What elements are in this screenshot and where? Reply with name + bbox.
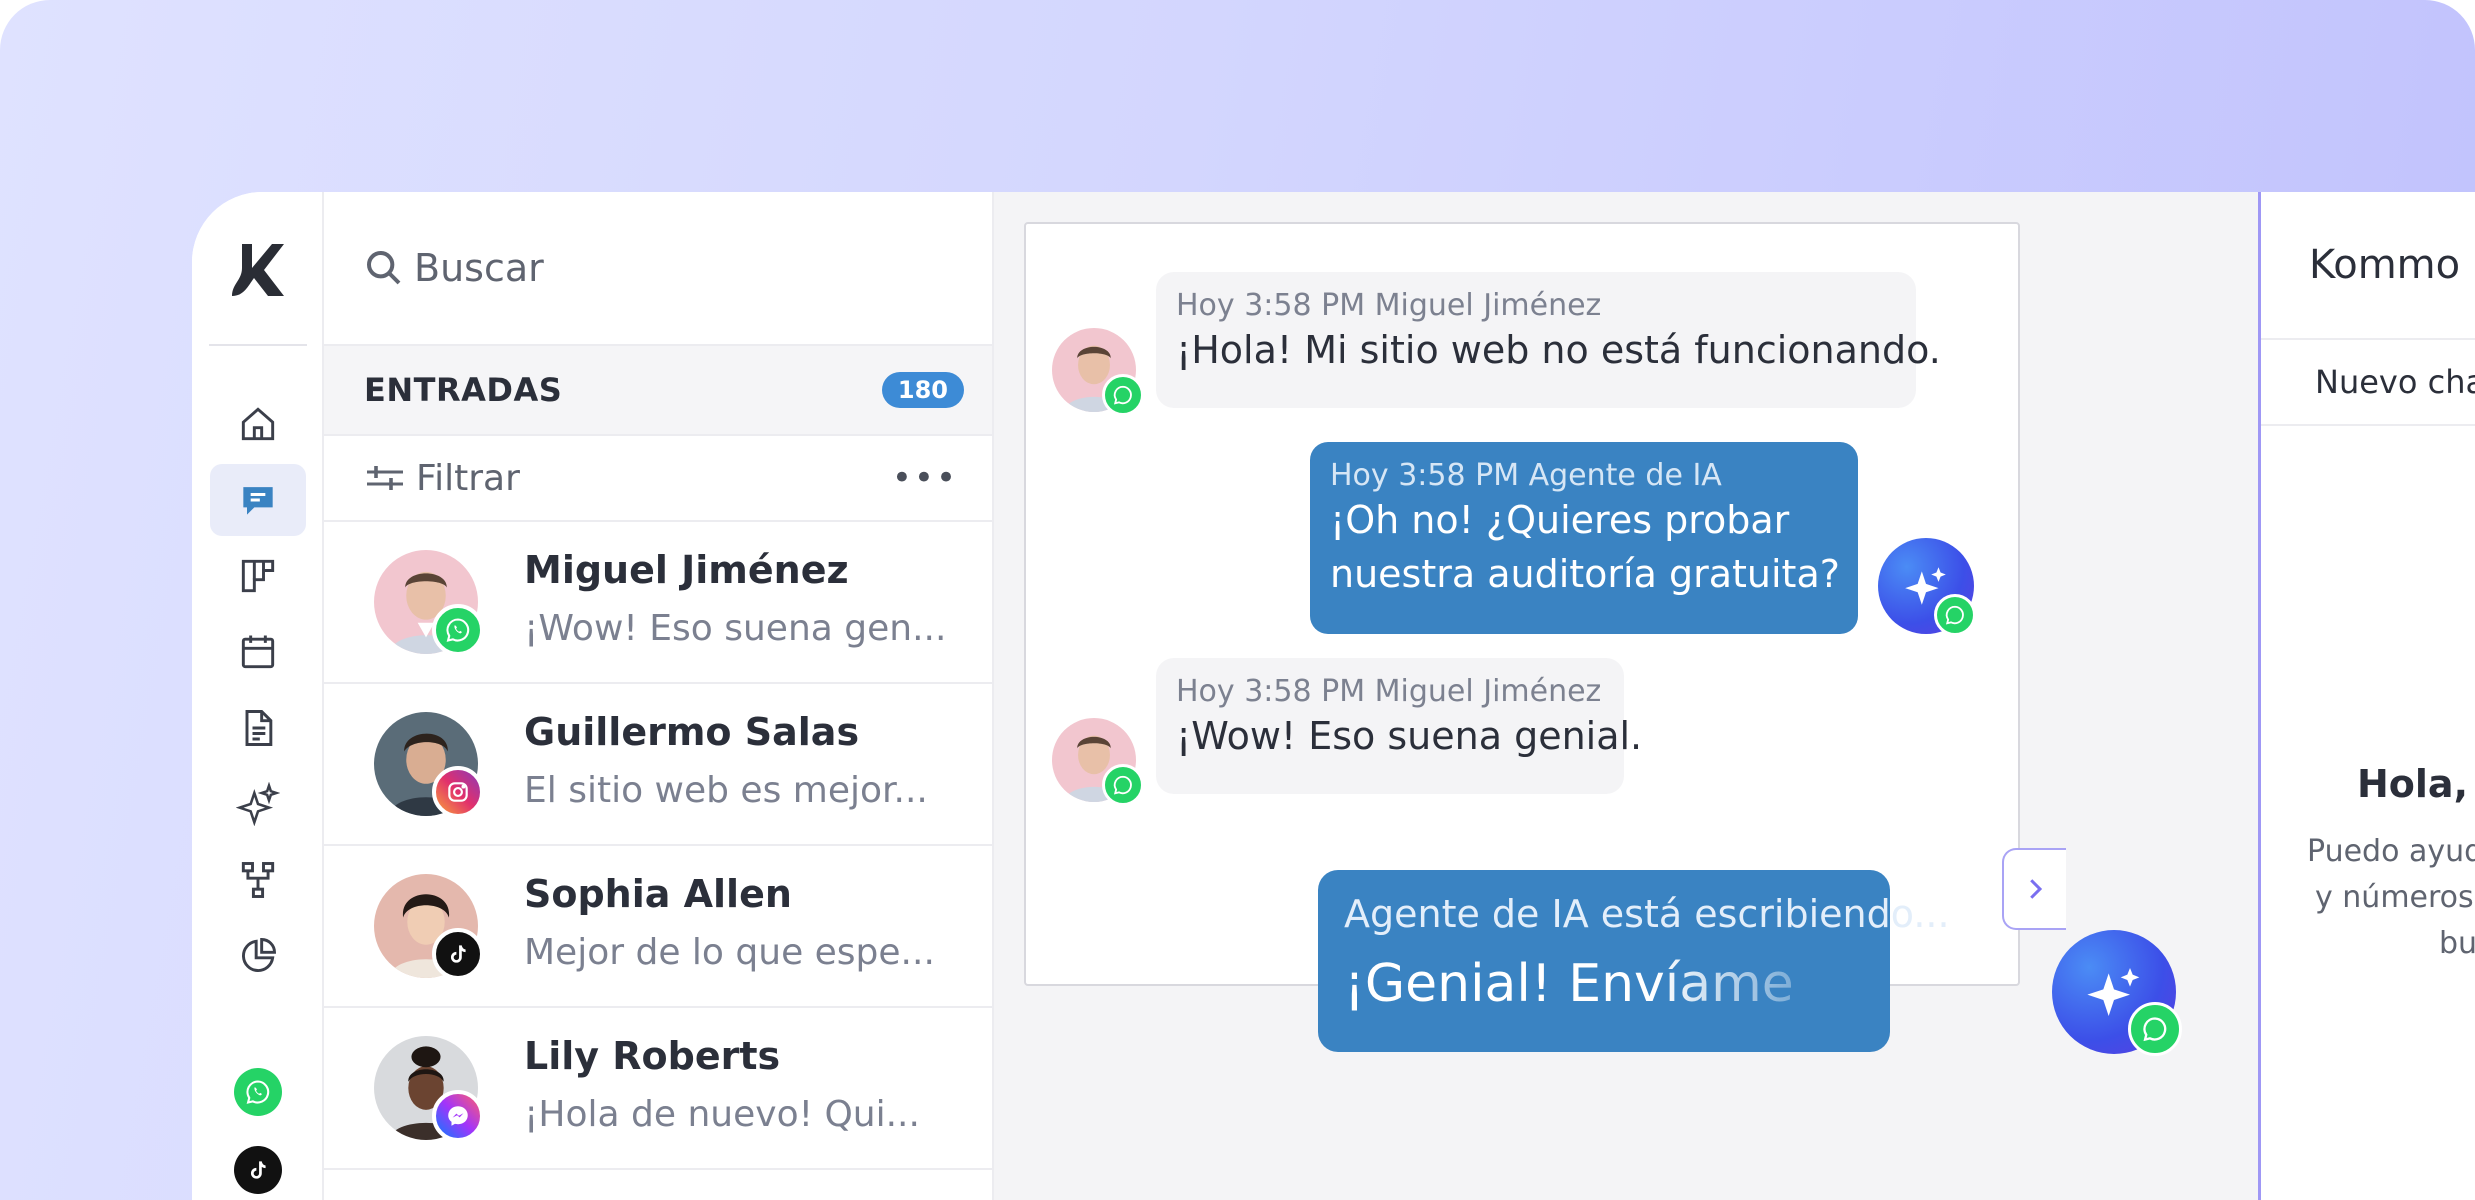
app-window: Buscar ENTRADAS 180 Filtrar ••• Miguel J…	[192, 192, 2475, 1200]
instagram-icon	[432, 766, 484, 818]
typing-text: ¡Genial! Envíame	[1344, 954, 1794, 1014]
incoming-message: Hoy 3:58 PM Miguel Jiménez ¡Hola! Mi sit…	[1156, 272, 1941, 408]
tiktok-icon	[250, 1161, 266, 1179]
message-preview: El sitio web es mejor...	[524, 770, 928, 811]
message-text-line2: nuestra auditoría gratuita?	[1330, 552, 1840, 596]
message-text: ¡Wow! Eso suena genial.	[1176, 714, 1643, 758]
rail-divider	[209, 344, 307, 346]
filter-button[interactable]: Filtrar	[364, 458, 520, 499]
tiktok-channel-icon[interactable]	[234, 1146, 282, 1194]
whatsapp-icon	[1102, 764, 1144, 806]
typing-bubble: Agente de IA está escribiendo... ¡Genial…	[1318, 870, 1950, 1052]
contact-name: Sophia Allen	[524, 872, 792, 916]
nav-documents[interactable]	[210, 692, 306, 764]
new-chat-tab[interactable]: Nuevo chat	[2261, 340, 2475, 426]
copilot-description-line2: y números para mantener	[2315, 880, 2475, 915]
message-meta: Hoy 3:58 PM Miguel Jiménez	[1176, 674, 1602, 709]
message-preview: Mejor de lo que espe...	[524, 932, 935, 973]
pipeline-icon	[241, 559, 275, 593]
copilot-heading: Hola, soy el Analis	[2357, 762, 2475, 806]
whatsapp-icon	[432, 604, 484, 656]
conversation-item[interactable]: Sophia Allen Mejor de lo que espe...	[324, 846, 992, 1008]
whatsapp-icon	[1102, 374, 1144, 416]
chevron-right-icon	[2030, 879, 2043, 899]
inbox-header[interactable]: ENTRADAS 180	[324, 346, 992, 436]
typing-indicator: Agente de IA está escribiendo...	[1344, 892, 1950, 936]
contact-name: Guillermo Salas	[524, 710, 860, 754]
message-preview: ¡Hola de nuevo! Qui...	[524, 1094, 920, 1135]
filter-bar: Filtrar •••	[324, 436, 992, 522]
filter-sliders-icon	[367, 466, 403, 490]
filter-label: Filtrar	[416, 457, 520, 499]
message-meta: Hoy 3:58 PM Agente de IA	[1330, 458, 1722, 493]
copilot-title: Kommo Copilot	[2309, 242, 2475, 288]
background-frame: Buscar ENTRADAS 180 Filtrar ••• Miguel J…	[0, 0, 2475, 1200]
conversation-item[interactable]: Guillermo Salas El sitio web es mejor...	[324, 684, 992, 846]
kommo-logo-icon	[232, 244, 284, 296]
collapse-panel-button[interactable]	[2002, 848, 2066, 930]
message-text: ¡Hola! Mi sitio web no está funcionando.	[1176, 328, 1941, 372]
chat-area: Hoy 3:58 PM Miguel Jiménez ¡Hola! Mi sit…	[994, 192, 2258, 1200]
document-icon	[245, 710, 273, 746]
message-meta: Hoy 3:58 PM Miguel Jiménez	[1176, 288, 1602, 323]
conversation-list: Buscar ENTRADAS 180 Filtrar ••• Miguel J…	[324, 192, 994, 1200]
whatsapp-icon	[1934, 594, 1976, 636]
nav-rail	[192, 192, 324, 1200]
chat-icon	[243, 487, 273, 515]
search-input[interactable]: Buscar	[414, 246, 544, 290]
search-icon	[367, 251, 401, 285]
contact-name: Lily Roberts	[524, 1034, 781, 1078]
sparkles-icon	[236, 782, 280, 826]
nav-ai[interactable]	[210, 768, 306, 840]
search-bar[interactable]: Buscar	[324, 192, 992, 346]
nav-automation[interactable]	[210, 844, 306, 916]
nav-calendar[interactable]	[210, 616, 306, 688]
copilot-description-line3: buen camino	[2439, 926, 2475, 961]
new-chat-label: Nuevo chat	[2315, 363, 2475, 401]
flow-icon	[241, 862, 275, 898]
whatsapp-icon	[2128, 1002, 2182, 1056]
contact-name: Miguel Jiménez	[524, 548, 849, 592]
home-icon	[241, 407, 275, 441]
tiktok-icon	[432, 928, 484, 980]
whatsapp-channel-icon[interactable]	[234, 1068, 282, 1116]
incoming-message: Hoy 3:58 PM Miguel Jiménez ¡Wow! Eso sue…	[1156, 658, 1643, 794]
calendar-icon	[241, 635, 275, 669]
conversation-item[interactable]: Miguel Jiménez ¡Wow! Eso suena gen...	[324, 522, 992, 684]
inbox-count-badge: 180	[881, 372, 964, 408]
message-text-line1: ¡Oh no! ¿Quieres probar	[1330, 498, 1790, 542]
outgoing-message: Hoy 3:58 PM Agente de IA ¡Oh no! ¿Quiere…	[1310, 442, 1858, 634]
copilot-header: Kommo Copilot	[2261, 192, 2475, 340]
nav-pipeline[interactable]	[210, 540, 306, 612]
copilot-panel: Kommo Copilot Nuevo chat Hola, soy el An…	[2258, 192, 2475, 1200]
whatsapp-icon	[246, 1080, 270, 1104]
nav-chats[interactable]	[210, 464, 306, 536]
copilot-description-line1: Puedo ayudarte a analizar	[2307, 834, 2475, 869]
pie-chart-icon	[242, 938, 276, 972]
message-preview: ¡Wow! Eso suena gen...	[524, 608, 947, 649]
nav-home[interactable]	[210, 388, 306, 460]
nav-stats[interactable]	[210, 920, 306, 992]
inbox-title: ENTRADAS	[364, 371, 563, 409]
more-options-button[interactable]: •••	[892, 458, 958, 498]
messenger-icon	[432, 1090, 484, 1142]
conversation-item[interactable]: Lily Roberts ¡Hola de nuevo! Qui...	[324, 1008, 992, 1170]
